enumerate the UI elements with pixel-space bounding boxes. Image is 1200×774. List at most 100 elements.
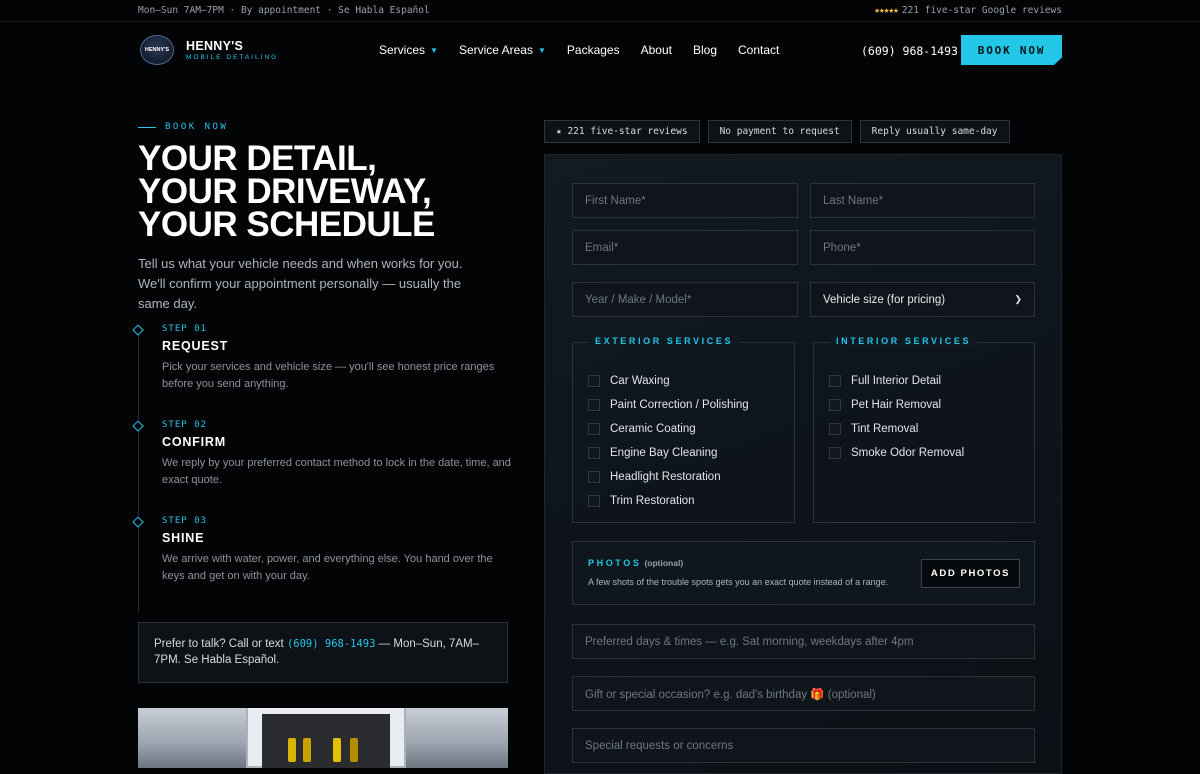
exterior-option[interactable]: Headlight Restoration <box>588 465 749 489</box>
brand-tagline: MOBILE DETAILING <box>186 54 279 61</box>
preferred-times-field[interactable]: Preferred days & times — e.g. Sat mornin… <box>572 624 1035 659</box>
hours-text: Mon–Sun 7AM–7PM · By appointment · Se Ha… <box>138 5 430 16</box>
steps-list: STEP 01 REQUEST Pick your services and v… <box>132 324 513 612</box>
exterior-option[interactable]: Paint Correction / Polishing <box>588 393 749 417</box>
reviews-summary[interactable]: ★★★★★ 221 five-star Google reviews <box>874 5 1062 16</box>
interior-services-title: INTERIOR SERVICES <box>830 336 978 346</box>
checkbox[interactable] <box>588 375 600 387</box>
brand-name: HENNY'S <box>186 39 244 53</box>
checkbox[interactable] <box>829 447 841 459</box>
step-request: STEP 01 REQUEST Pick your services and v… <box>132 324 513 420</box>
step-rail <box>138 524 139 612</box>
step-number: STEP 02 <box>162 420 207 430</box>
nav-links: Services ▼ Service Areas ▼ Packages About … <box>379 43 800 57</box>
step-rail <box>138 428 139 516</box>
bottle-shape <box>288 738 296 762</box>
nav-about[interactable]: About <box>641 43 672 57</box>
call-callout: Prefer to talk? Call or text (609) 968-1… <box>138 622 508 683</box>
interior-option[interactable]: Smoke Odor Removal <box>829 441 964 465</box>
nav-blog[interactable]: Blog <box>693 43 717 57</box>
diamond-icon <box>132 516 144 528</box>
step-title: SHINE <box>162 531 205 545</box>
pill-no-payment: No payment to request <box>707 120 852 143</box>
pill-reviews: ★ 221 five-star reviews <box>544 120 700 143</box>
exterior-option[interactable]: Engine Bay Cleaning <box>588 441 749 465</box>
photos-title: PHOTOS (optional) <box>588 558 684 568</box>
photos-upload: PHOTOS (optional) A few shots of the trou… <box>572 541 1035 605</box>
top-info-bar: Mon–Sun 7AM–7PM · By appointment · Se Ha… <box>0 0 1200 22</box>
exterior-option[interactable]: Car Waxing <box>588 369 749 393</box>
step-number: STEP 03 <box>162 516 207 526</box>
call-phone-link[interactable]: (609) 968-1493 <box>287 638 376 650</box>
step-shine: STEP 03 SHINE We arrive with water, powe… <box>132 516 513 612</box>
checkbox[interactable] <box>588 423 600 435</box>
checkbox[interactable] <box>588 495 600 507</box>
first-name-field[interactable]: First Name* <box>572 183 798 218</box>
step-title: REQUEST <box>162 339 229 353</box>
step-number: STEP 01 <box>162 324 207 334</box>
logo-badge-icon: HENNY'S <box>140 35 174 65</box>
step-description: We reply by your preferred contact metho… <box>162 457 511 486</box>
add-photos-button[interactable]: ADD PHOTOS <box>921 559 1020 588</box>
interior-option[interactable]: Full Interior Detail <box>829 369 964 393</box>
bottle-shape <box>333 738 341 762</box>
last-name-field[interactable]: Last Name* <box>810 183 1035 218</box>
checkbox[interactable] <box>588 399 600 411</box>
step-confirm: STEP 02 CONFIRM We reply by your preferr… <box>132 420 513 516</box>
step-title: CONFIRM <box>162 435 226 449</box>
bottle-shape <box>350 738 358 762</box>
reviews-text: 221 five-star Google reviews <box>901 5 1062 16</box>
phone-field[interactable]: Phone* <box>810 230 1035 265</box>
title-line-1: YOUR DETAIL, <box>138 139 377 178</box>
chevron-down-icon: ❯ <box>1014 294 1022 304</box>
nav-service-areas[interactable]: Service Areas ▼ <box>459 43 546 57</box>
occasion-field[interactable]: Gift or special occasion? e.g. dad's bir… <box>572 676 1035 711</box>
interior-option[interactable]: Pet Hair Removal <box>829 393 964 417</box>
interior-services-group: INTERIOR SERVICES Full Interior Detail P… <box>813 336 1035 523</box>
checkbox[interactable] <box>588 471 600 483</box>
exterior-option[interactable]: Trim Restoration <box>588 489 749 513</box>
vehicle-size-select[interactable]: Vehicle size (for pricing) ❯ <box>810 282 1035 317</box>
nav-services[interactable]: Services ▼ <box>379 43 438 57</box>
vehicle-field[interactable]: Year / Make / Model* <box>572 282 798 317</box>
chevron-down-icon: ▼ <box>537 45 546 55</box>
booking-form: First Name* Last Name* Email* Phone* Yea… <box>544 154 1062 774</box>
nav-packages[interactable]: Packages <box>567 43 620 57</box>
van-interior <box>262 714 390 768</box>
checkbox[interactable] <box>829 423 841 435</box>
photos-help-text: A few shots of the trouble spots gets yo… <box>588 577 889 587</box>
page-title: YOUR DETAIL, YOUR DRIVEWAY, YOUR SCHEDUL… <box>138 139 518 244</box>
checkbox[interactable] <box>588 447 600 459</box>
pill-reply: Reply usually same-day <box>859 120 1010 143</box>
step-description: We arrive with water, power, and everyth… <box>162 553 493 582</box>
logo-badge-text: HENNY'S <box>144 47 170 53</box>
call-prefix: Prefer to talk? Call or text <box>154 638 287 650</box>
trust-pills: ★ 221 five-star reviews No payment to re… <box>544 120 1018 143</box>
vehicle-size-value: Vehicle size (for pricing) <box>823 293 946 306</box>
main-nav: HENNY'S HENNY'S MOBILE DETAILING Service… <box>0 23 1200 78</box>
checkbox[interactable] <box>829 375 841 387</box>
intro-text: Tell us what your vehicle needs and when… <box>138 256 463 311</box>
book-now-button[interactable]: BOOK NOW <box>961 35 1062 65</box>
email-field[interactable]: Email* <box>572 230 798 265</box>
step-description: Pick your services and vehicle size — yo… <box>162 361 495 390</box>
exterior-services-group: EXTERIOR SERVICES Car Waxing Paint Corre… <box>572 336 795 523</box>
interior-option[interactable]: Tint Removal <box>829 417 964 441</box>
exterior-option[interactable]: Ceramic Coating <box>588 417 749 441</box>
van-photo <box>138 708 508 768</box>
step-rail <box>138 332 139 420</box>
brand-logo[interactable]: HENNY'S HENNY'S MOBILE DETAILING <box>140 35 278 65</box>
exterior-services-title: EXTERIOR SERVICES <box>589 336 740 346</box>
special-requests-field[interactable]: Special requests or concerns <box>572 728 1035 763</box>
diamond-icon <box>132 324 144 336</box>
checkbox[interactable] <box>829 399 841 411</box>
eyebrow-rule <box>138 126 156 128</box>
title-line-2: YOUR DRIVEWAY, <box>138 172 432 211</box>
nav-phone-link[interactable]: (609) 968-1493 <box>861 44 958 58</box>
chevron-down-icon: ▼ <box>430 45 438 55</box>
photos-optional-label: (optional) <box>644 558 684 568</box>
star-rating-icon: ★★★★★ <box>874 5 899 16</box>
nav-contact[interactable]: Contact <box>738 43 779 57</box>
diamond-icon <box>132 420 144 432</box>
title-line-3: YOUR SCHEDULE <box>138 205 435 244</box>
